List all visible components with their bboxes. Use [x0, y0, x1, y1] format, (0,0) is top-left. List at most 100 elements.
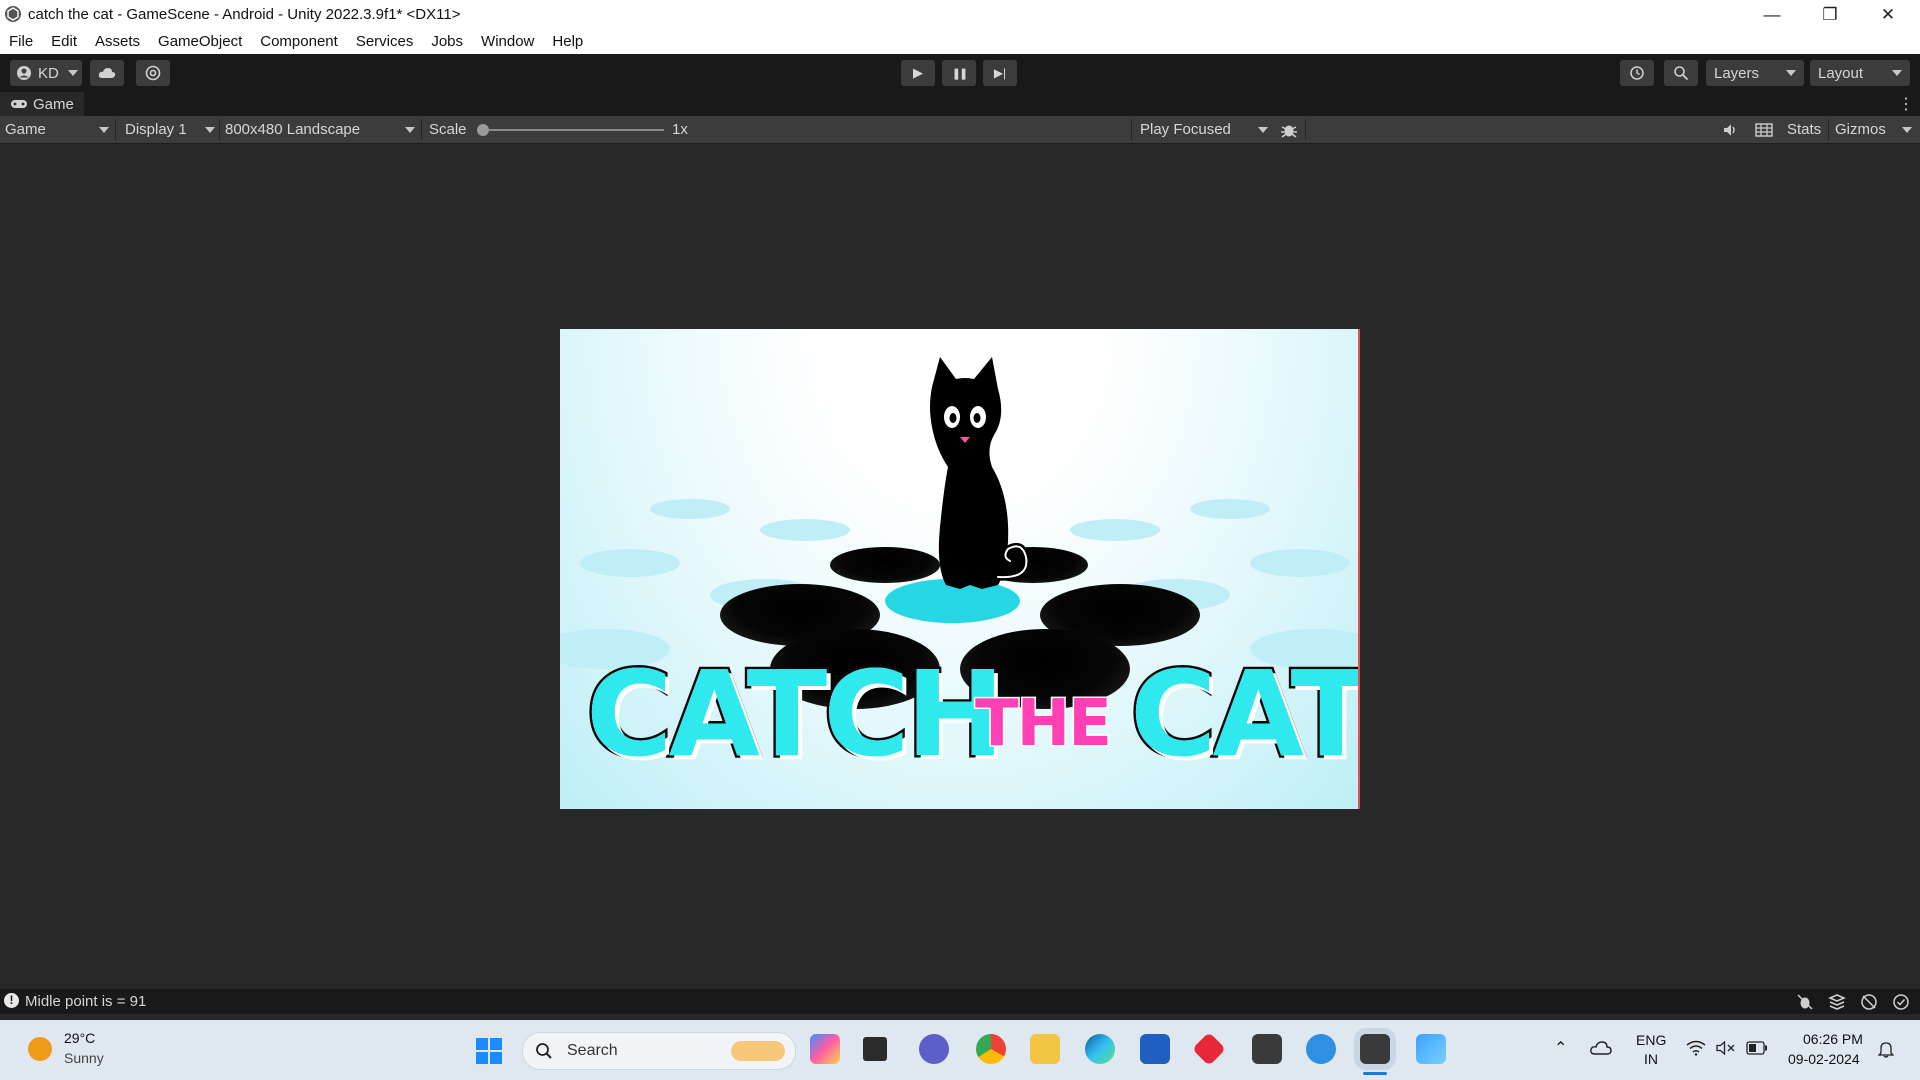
- divider: [219, 119, 220, 140]
- check-circle-icon[interactable]: [1892, 993, 1910, 1011]
- stats-button[interactable]: Stats: [1787, 116, 1821, 143]
- onedrive-icon[interactable]: [1590, 1040, 1612, 1056]
- tab-more-button[interactable]: ⋮: [1898, 94, 1914, 114]
- language-indicator-bottom[interactable]: IN: [1644, 1051, 1658, 1067]
- floor-disc: [580, 549, 680, 577]
- photos-icon[interactable]: [1416, 1034, 1446, 1064]
- speaker-icon: [1724, 124, 1735, 135]
- floor-disc: [1070, 519, 1160, 541]
- menu-assets[interactable]: Assets: [86, 33, 149, 50]
- title-cat: CAT: [1127, 645, 1360, 783]
- teams-chat-icon[interactable]: [919, 1034, 949, 1064]
- menu-file[interactable]: File: [0, 33, 42, 50]
- microsoft-store-icon[interactable]: [1140, 1034, 1170, 1064]
- game-view-toolbar: Game Display 1 800x480 Landscape Scale 1…: [0, 116, 1920, 144]
- game-viewport[interactable]: CATCH THE CAT: [0, 144, 1920, 989]
- show-hidden-icons[interactable]: ⌃: [1554, 1038, 1567, 1058]
- menu-jobs[interactable]: Jobs: [422, 33, 472, 50]
- status-message: Midle point is = 91: [25, 993, 147, 1010]
- anydesk-icon[interactable]: [1192, 1032, 1226, 1066]
- step-button[interactable]: ▶|: [983, 60, 1017, 86]
- minimize-button[interactable]: —: [1743, 0, 1801, 29]
- chevron-down-icon: [1892, 70, 1902, 76]
- play-mode-dropdown[interactable]: Play Focused: [1140, 116, 1268, 143]
- grid-icon: [1755, 122, 1773, 137]
- chevron-down-icon: [205, 126, 215, 133]
- volume-muted-icon[interactable]: [1716, 1040, 1736, 1056]
- task-view-icon[interactable]: [863, 1037, 887, 1061]
- chrome-icon[interactable]: [976, 1034, 1006, 1064]
- undo-history-button[interactable]: [1620, 60, 1654, 86]
- divider: [1131, 119, 1132, 140]
- clipchamp-icon[interactable]: [1306, 1034, 1336, 1064]
- account-label: KD: [38, 64, 59, 82]
- gizmos-dropdown[interactable]: [1902, 116, 1912, 143]
- chevron-down-icon: [1258, 126, 1268, 133]
- account-dropdown[interactable]: KD: [10, 60, 82, 86]
- scale-slider-handle[interactable]: [477, 124, 489, 136]
- resolution-dropdown[interactable]: 800x480 Landscape: [225, 116, 415, 143]
- taskbar-search-box[interactable]: Search: [522, 1032, 796, 1070]
- search-button[interactable]: [1664, 60, 1698, 86]
- gizmos-button[interactable]: Gizmos: [1835, 116, 1886, 143]
- cloud-button[interactable]: [90, 60, 124, 86]
- divider: [421, 119, 422, 140]
- layout-label: Layout: [1818, 64, 1864, 82]
- view-mode-dropdown[interactable]: Game: [5, 116, 109, 143]
- display-dropdown[interactable]: Display 1: [125, 116, 215, 143]
- weather-condition[interactable]: Sunny: [64, 1050, 104, 1066]
- bug-icon: [1281, 125, 1297, 138]
- menu-component[interactable]: Component: [251, 33, 347, 50]
- windows-start-icon[interactable]: [475, 1037, 503, 1065]
- pause-button[interactable]: ❚❚: [942, 60, 976, 86]
- collab-button[interactable]: [136, 60, 170, 86]
- clock-date[interactable]: 09-02-2024: [1788, 1051, 1860, 1067]
- menu-bar: File Edit Assets GameObject Component Se…: [0, 29, 1920, 54]
- unity-editor-icon[interactable]: [1360, 1034, 1390, 1064]
- console-status-bar[interactable]: ! Midle point is = 91: [0, 989, 1920, 1014]
- play-mode-label: Play Focused: [1140, 121, 1231, 138]
- bug-icon[interactable]: [1796, 993, 1814, 1011]
- stack-icon[interactable]: [1828, 993, 1846, 1011]
- sun-icon[interactable]: [28, 1037, 52, 1061]
- unity-hub-icon[interactable]: [1252, 1034, 1282, 1064]
- menu-edit[interactable]: Edit: [42, 33, 86, 50]
- tab-row: Game ⋮: [0, 92, 1920, 116]
- view-mode-label: Game: [5, 121, 46, 138]
- restore-button[interactable]: ❐: [1801, 0, 1859, 29]
- notification-bell-icon[interactable]: [1878, 1040, 1894, 1058]
- resolution-label: 800x480 Landscape: [225, 121, 361, 138]
- menu-gameobject[interactable]: GameObject: [149, 33, 251, 50]
- chevron-down-icon: [67, 70, 78, 76]
- wifi-icon[interactable]: [1686, 1040, 1706, 1056]
- search-placeholder: Search: [567, 1042, 618, 1059]
- grid-button[interactable]: [1755, 116, 1773, 143]
- battery-icon[interactable]: [1746, 1041, 1768, 1055]
- collab-icon: [145, 65, 161, 81]
- menu-services[interactable]: Services: [347, 33, 423, 50]
- title-catch: CATCH: [584, 645, 1008, 783]
- display-label: Display 1: [125, 121, 187, 138]
- search-icon: [536, 1043, 552, 1059]
- chevron-down-icon: [1786, 70, 1796, 76]
- layout-dropdown[interactable]: Layout: [1810, 60, 1910, 86]
- weather-temp[interactable]: 29°C: [64, 1030, 95, 1046]
- bug-button[interactable]: [1280, 116, 1298, 143]
- edge-icon[interactable]: [1085, 1034, 1115, 1064]
- scale-slider-track[interactable]: [482, 129, 664, 131]
- clock-time[interactable]: 06:26 PM: [1803, 1031, 1863, 1047]
- menu-help[interactable]: Help: [543, 33, 592, 50]
- tab-game[interactable]: Game: [0, 92, 84, 116]
- tab-game-label: Game: [33, 95, 74, 113]
- copilot-icon[interactable]: [810, 1034, 840, 1064]
- close-button[interactable]: ✕: [1859, 0, 1917, 29]
- windows-taskbar: 29°C Sunny Search ⌃ ENG IN 06:26 PM 09-0…: [0, 1020, 1920, 1080]
- search-icon: [1674, 66, 1689, 81]
- mute-audio-button[interactable]: [1722, 116, 1738, 143]
- menu-window[interactable]: Window: [472, 33, 543, 50]
- file-explorer-icon[interactable]: [1030, 1034, 1060, 1064]
- play-button[interactable]: ▶: [901, 60, 935, 86]
- layers-dropdown[interactable]: Layers: [1706, 60, 1804, 86]
- language-indicator-top[interactable]: ENG: [1636, 1032, 1666, 1048]
- network-off-icon[interactable]: [1860, 993, 1878, 1011]
